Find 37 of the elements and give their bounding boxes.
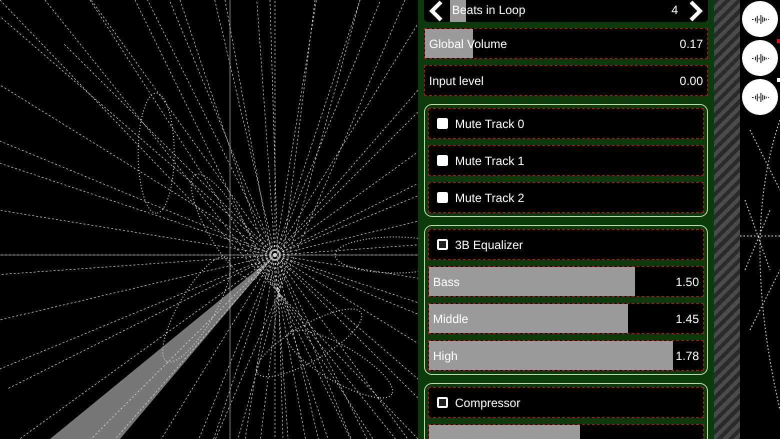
slider-value: 0.17 bbox=[680, 36, 703, 52]
slider-label: High bbox=[433, 348, 458, 364]
slider[interactable]: Bass 1.50 bbox=[428, 266, 704, 297]
toggle-label: Compressor bbox=[455, 394, 520, 412]
checkbox[interactable] bbox=[437, 118, 448, 129]
slider-label: Input level bbox=[429, 72, 484, 90]
toggle-row[interactable]: Compressor bbox=[428, 387, 704, 418]
checkbox[interactable] bbox=[437, 192, 448, 203]
stepper-value: 4 bbox=[671, 2, 678, 18]
waveform-button[interactable] bbox=[742, 79, 778, 115]
toggle-label: Mute Track 2 bbox=[455, 190, 524, 206]
waveform-button[interactable] bbox=[742, 1, 778, 37]
slider-value: 1.78 bbox=[676, 348, 699, 364]
slider-value: 1.50 bbox=[676, 274, 699, 290]
toggle-row[interactable]: Mute Track 0 bbox=[428, 108, 704, 139]
left-chevron-icon[interactable] bbox=[428, 0, 444, 22]
slider-label: Middle bbox=[433, 310, 468, 328]
toggle-label: 3B Equalizer bbox=[455, 236, 524, 254]
slider-value: 1.45 bbox=[676, 310, 699, 328]
slider-label: Bass bbox=[433, 274, 460, 290]
slider[interactable]: High 1.78 bbox=[428, 340, 704, 371]
slider[interactable]: Middle 1.45 bbox=[428, 303, 704, 334]
checkbox[interactable] bbox=[437, 397, 448, 408]
toggle-row[interactable]: Mute Track 2 bbox=[428, 182, 704, 213]
slider[interactable]: Input level 0.00 bbox=[424, 65, 708, 96]
toggle-row[interactable]: 3B Equalizer bbox=[428, 229, 704, 260]
checkbox[interactable] bbox=[437, 239, 448, 250]
waveform-icon bbox=[751, 52, 769, 64]
waveform-button[interactable] bbox=[742, 40, 778, 76]
waveform-icon bbox=[751, 14, 769, 24]
slider-value: 0.00 bbox=[680, 72, 703, 90]
toggle-row[interactable]: Mute Track 1 bbox=[428, 145, 704, 176]
toggle-label: Mute Track 1 bbox=[455, 152, 524, 170]
right-chevron-icon[interactable] bbox=[688, 0, 704, 22]
checkbox[interactable] bbox=[437, 155, 448, 166]
toggle-label: Mute Track 0 bbox=[455, 116, 524, 132]
waveform-icon bbox=[751, 92, 769, 102]
